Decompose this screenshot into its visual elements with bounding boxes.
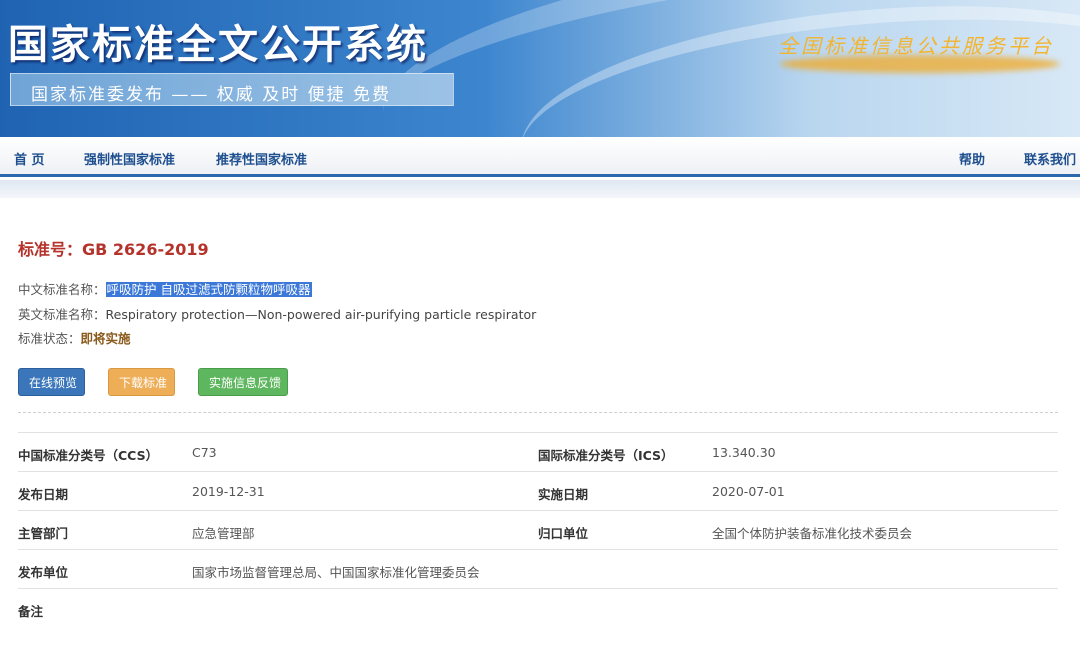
- table-line: [18, 510, 1058, 511]
- owner-label: 归口单位: [538, 526, 589, 541]
- ics-value: 13.340.30: [712, 445, 776, 460]
- table-line: [18, 588, 1058, 589]
- en-name-row: 英文标准名称：Respiratory protection—Non-powere…: [18, 304, 536, 323]
- table-line: [18, 549, 1058, 550]
- slogan-text: 国家标准委发布 —— 权威 及时 便捷 免费: [31, 85, 392, 105]
- publish-date-value: 2019-12-31: [192, 484, 265, 499]
- publisher-label: 发布单位: [18, 565, 69, 580]
- standard-number-heading: 标准号：GB 2626-2019: [18, 236, 209, 260]
- standard-number: GB 2626-2019: [82, 240, 209, 259]
- nav-underline-stripe: [0, 180, 1080, 198]
- ics-label: 国际标准分类号（ICS）: [538, 448, 674, 463]
- publisher-value: 国家市场监督管理总局、中国国家标准化管理委员会: [192, 565, 480, 580]
- cn-name-label: 中文标准名称：: [18, 282, 106, 297]
- download-standard-button[interactable]: 下载标准: [108, 368, 175, 396]
- cn-name-value[interactable]: 呼吸防护 自吸过滤式防颗粒物呼吸器: [105, 282, 312, 297]
- status-value: 即将实施: [80, 331, 131, 346]
- en-name-label: 英文标准名称：: [18, 307, 106, 322]
- section-divider: [18, 412, 1058, 413]
- en-name-value: Respiratory protection—Non-powered air-p…: [105, 307, 537, 322]
- site-banner: 国家标准全文公开系统 国家标准委发布 —— 权威 及时 便捷 免费 全国标准信息…: [0, 0, 1080, 137]
- department-label: 主管部门: [18, 526, 69, 541]
- status-label: 标准状态：: [18, 331, 81, 346]
- ccs-label: 中国标准分类号（CCS）: [18, 448, 159, 463]
- remarks-label: 备注: [18, 604, 44, 619]
- nav-mandatory-standards[interactable]: 强制性国家标准: [84, 149, 175, 168]
- site-title: 国家标准全文公开系统: [8, 22, 428, 68]
- table-line: [18, 471, 1058, 472]
- standard-number-label: 标准号：: [18, 240, 83, 259]
- table-line: [18, 432, 1058, 433]
- nav-recommended-standards[interactable]: 推荐性国家标准: [216, 149, 307, 168]
- online-preview-button[interactable]: 在线预览: [18, 368, 85, 396]
- nav-home[interactable]: 首 页: [14, 149, 45, 168]
- feedback-button[interactable]: 实施信息反馈: [198, 368, 288, 396]
- ccs-value: C73: [192, 445, 217, 460]
- effective-date-label: 实施日期: [538, 487, 589, 502]
- department-value: 应急管理部: [192, 526, 255, 541]
- publish-date-label: 发布日期: [18, 487, 69, 502]
- main-nav: 首 页 强制性国家标准 推荐性国家标准 帮助 联系我们: [0, 137, 1080, 177]
- owner-value: 全国个体防护装备标准化技术委员会: [712, 526, 913, 541]
- slogan-bar: 国家标准委发布 —— 权威 及时 便捷 免费: [10, 73, 454, 106]
- platform-logo-text: 全国标准信息公共服务平台: [778, 34, 1054, 58]
- cn-name-row: 中文标准名称：呼吸防护 自吸过滤式防颗粒物呼吸器: [18, 279, 312, 298]
- nav-contact[interactable]: 联系我们: [1024, 149, 1076, 168]
- effective-date-value: 2020-07-01: [712, 484, 785, 499]
- status-row: 标准状态：即将实施: [18, 328, 131, 347]
- nav-help[interactable]: 帮助: [959, 149, 985, 168]
